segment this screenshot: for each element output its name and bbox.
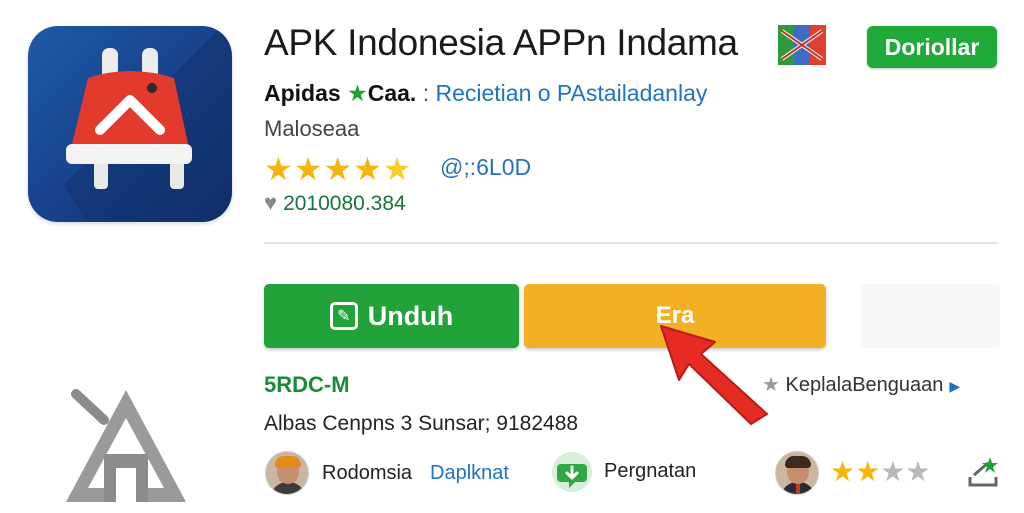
category-link[interactable]: Recietian o PAstailadanlay — [435, 80, 707, 106]
app-icon — [28, 26, 232, 222]
download-top-button[interactable]: Doriollar — [867, 26, 997, 68]
rating-stars: ★★★★★ — [264, 150, 412, 188]
avatar — [775, 451, 819, 495]
language-label: KeplalaBenguaan — [785, 374, 944, 396]
star-icon: ★ — [264, 151, 294, 187]
star-icon: ★ — [880, 456, 906, 487]
developer-suffix: Caa. — [367, 80, 417, 106]
avatar — [265, 451, 309, 495]
age-info: Albas Cenpns 3 Sunsar; 9182488 — [264, 412, 579, 435]
chat-label: Pergnatan — [604, 460, 697, 482]
install-button[interactable]: ✎ Unduh — [264, 284, 519, 348]
chat-icon[interactable] — [550, 450, 594, 494]
star-icon: ★ — [855, 456, 881, 487]
star-icon: ★ — [762, 374, 780, 396]
blank-button[interactable] — [862, 284, 1000, 348]
reviewer-name: Rodomsia — [322, 461, 413, 484]
size-value: 2010080.384 — [283, 192, 406, 215]
separator: : — [422, 80, 430, 106]
star-icon: ★ — [323, 151, 354, 187]
flag-icon — [778, 25, 826, 65]
reviewer-avatar-2[interactable] — [775, 450, 819, 496]
star-icon: ★ — [830, 456, 856, 487]
star-icon: ★ — [293, 151, 324, 187]
version-label: 5RDC-M — [264, 372, 350, 397]
caret-right-icon: ▶ — [949, 378, 961, 394]
developer-line: Apidas ★Caa. : Recietian o PAstailadanla… — [264, 80, 707, 107]
reviewer-link[interactable]: Daplknat — [430, 462, 509, 485]
cursor-arrow-icon — [655, 318, 775, 433]
divider — [264, 242, 999, 244]
review-rating-stars: ★★★★ — [830, 455, 930, 488]
install-label: Unduh — [367, 300, 454, 331]
star-icon: ★ — [353, 151, 383, 187]
reviewer-row[interactable]: Rodomsia Daplknat — [265, 450, 509, 496]
star-icon: ★ — [382, 151, 413, 187]
star-icon: ★ — [905, 456, 931, 487]
size-row: ♥ 2010080.384 — [264, 190, 406, 216]
logo-a-icon — [60, 384, 192, 508]
editor-star-icon: ★ — [347, 80, 368, 106]
developer-name[interactable]: Apidas — [264, 80, 341, 106]
app-title: APK Indonesia APPn Indama — [264, 22, 738, 63]
share-icon[interactable] — [966, 455, 1000, 489]
heart-icon[interactable]: ♥ — [264, 190, 277, 215]
install-icon: ✎ — [329, 302, 358, 330]
maker-label: Maloseaa — [264, 116, 360, 141]
rating-count: @;:6L0D — [440, 154, 532, 180]
language-selector[interactable]: ★ KeplalaBenguaan ▶ — [762, 372, 960, 397]
